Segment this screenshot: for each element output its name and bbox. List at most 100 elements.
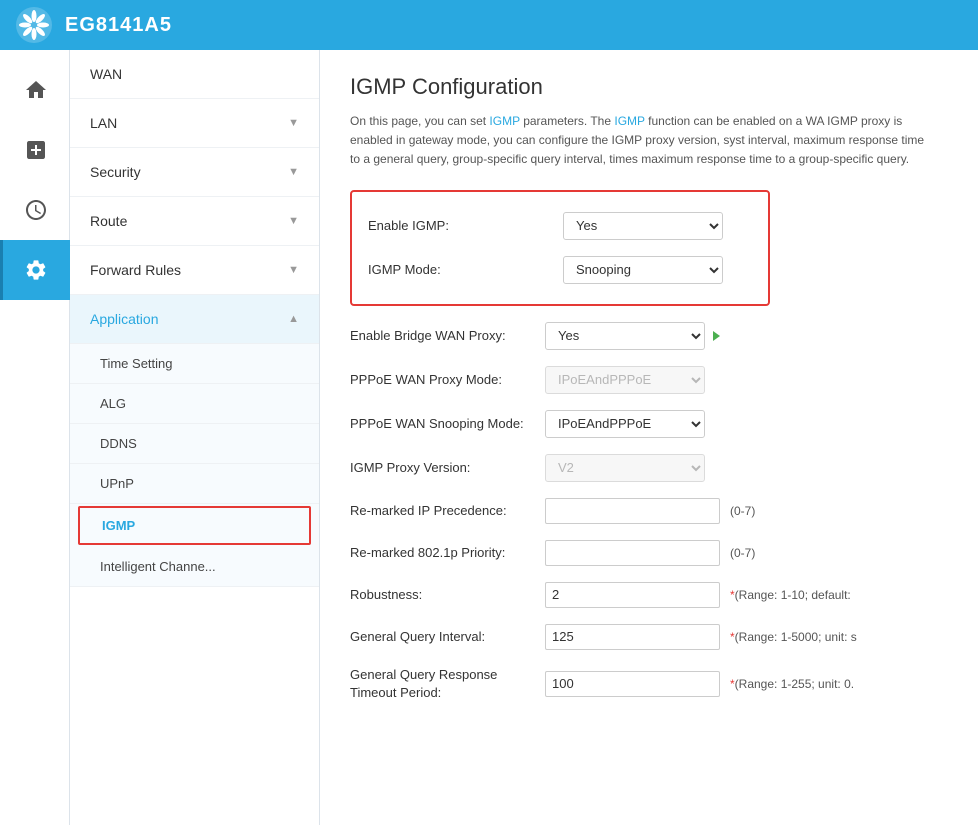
label-bridge-wan-proxy: Enable Bridge WAN Proxy: bbox=[350, 328, 545, 343]
nav-sub-label-igmp: IGMP bbox=[102, 518, 135, 533]
nav-label-lan: LAN bbox=[90, 115, 117, 131]
nav-sub-item-alg[interactable]: ALG bbox=[70, 384, 319, 424]
cursor-indicator bbox=[713, 331, 720, 341]
header: EG8141A5 bbox=[0, 0, 978, 50]
label-enable-igmp: Enable IGMP: bbox=[368, 218, 563, 233]
label-remarked-ip: Re-marked IP Precedence: bbox=[350, 503, 545, 518]
control-general-query-interval: *(Range: 1-5000; unit: s bbox=[545, 624, 857, 650]
label-igmp-proxy-version: IGMP Proxy Version: bbox=[350, 460, 545, 475]
control-pppoe-snooping-mode: IPoEAndPPPoE IPoEOnly PPPoEOnly bbox=[545, 410, 705, 438]
select-igmp-proxy-version[interactable]: V2 V3 bbox=[545, 454, 705, 482]
label-general-query-response: General Query Response Timeout Period: bbox=[350, 666, 545, 702]
form-row-bridge-wan-proxy: Enable Bridge WAN Proxy: Yes No bbox=[350, 314, 948, 358]
main-content: IGMP Configuration On this page, you can… bbox=[320, 50, 978, 825]
igmp-link-2[interactable]: IGMP bbox=[614, 114, 644, 128]
control-remarked-8021p: (0-7) bbox=[545, 540, 755, 566]
nav-sub-item-ddns[interactable]: DDNS bbox=[70, 424, 319, 464]
form-row-pppoe-snooping-mode: PPPoE WAN Snooping Mode: IPoEAndPPPoE IP… bbox=[350, 402, 948, 446]
select-pppoe-snooping-mode[interactable]: IPoEAndPPPoE IPoEOnly PPPoEOnly bbox=[545, 410, 705, 438]
hint-robustness: *(Range: 1-10; default: bbox=[730, 588, 851, 602]
form-row-general-query-interval: General Query Interval: *(Range: 1-5000;… bbox=[350, 616, 948, 658]
page-title: IGMP Configuration bbox=[350, 74, 948, 100]
nav-sub-item-time-setting[interactable]: Time Setting bbox=[70, 344, 319, 384]
control-robustness: *(Range: 1-10; default: bbox=[545, 582, 851, 608]
control-igmp-proxy-version: V2 V3 bbox=[545, 454, 705, 482]
nav-sub-item-intelligent-channel[interactable]: Intelligent Channe... bbox=[70, 547, 319, 587]
firstaid-icon bbox=[24, 138, 48, 162]
hint-remarked-ip: (0-7) bbox=[730, 504, 755, 518]
control-pppoe-proxy-mode: IPoEAndPPPoE IPoEOnly PPPoEOnly bbox=[545, 366, 705, 394]
nav-item-route[interactable]: Route ▼ bbox=[70, 197, 319, 246]
sidebar-nav: WAN LAN ▼ Security ▼ Route ▼ Forward Rul… bbox=[70, 50, 320, 825]
chevron-down-icon: ▼ bbox=[288, 166, 299, 178]
form-row-igmp-proxy-version: IGMP Proxy Version: V2 V3 bbox=[350, 446, 948, 490]
igmp-highlighted-form: Enable IGMP: Yes No IGMP Mode: Snooping … bbox=[350, 190, 770, 306]
form-row-robustness: Robustness: *(Range: 1-10; default: bbox=[350, 574, 948, 616]
label-general-query-interval: General Query Interval: bbox=[350, 629, 545, 644]
hint-remarked-8021p: (0-7) bbox=[730, 546, 755, 560]
nav-sub-label-upnp: UPnP bbox=[100, 476, 134, 491]
label-igmp-mode: IGMP Mode: bbox=[368, 262, 563, 277]
input-general-query-response[interactable] bbox=[545, 671, 720, 697]
select-igmp-mode[interactable]: Snooping Proxy Disabled bbox=[563, 256, 723, 284]
nav-item-application[interactable]: Application ▲ bbox=[70, 295, 319, 344]
gear-icon bbox=[24, 258, 48, 282]
input-general-query-interval[interactable] bbox=[545, 624, 720, 650]
sidebar-icon-firstaid[interactable] bbox=[0, 120, 70, 180]
sidebar-icon-clock[interactable] bbox=[0, 180, 70, 240]
nav-sub-item-igmp[interactable]: IGMP bbox=[78, 506, 311, 545]
sidebar-icon-settings[interactable] bbox=[0, 240, 70, 300]
chevron-up-icon: ▲ bbox=[288, 313, 299, 325]
nav-label-forward-rules: Forward Rules bbox=[90, 262, 181, 278]
control-general-query-response: *(Range: 1-255; unit: 0. bbox=[545, 671, 854, 697]
nav-item-forward-rules[interactable]: Forward Rules ▼ bbox=[70, 246, 319, 295]
igmp-form-outer: Enable Bridge WAN Proxy: Yes No PPPoE WA… bbox=[350, 314, 948, 710]
label-remarked-8021p: Re-marked 802.1p Priority: bbox=[350, 545, 545, 560]
hint-general-query-response: *(Range: 1-255; unit: 0. bbox=[730, 677, 854, 691]
nav-sub-label-alg: ALG bbox=[100, 396, 126, 411]
nav-sub-item-upnp[interactable]: UPnP bbox=[70, 464, 319, 504]
nav-label-security: Security bbox=[90, 164, 141, 180]
select-pppoe-proxy-mode[interactable]: IPoEAndPPPoE IPoEOnly PPPoEOnly bbox=[545, 366, 705, 394]
chevron-down-icon: ▼ bbox=[288, 215, 299, 227]
form-row-general-query-response: General Query Response Timeout Period: *… bbox=[350, 658, 948, 710]
form-row-pppoe-proxy-mode: PPPoE WAN Proxy Mode: IPoEAndPPPoE IPoEO… bbox=[350, 358, 948, 402]
control-enable-igmp: Yes No bbox=[563, 212, 723, 240]
form-row-remarked-8021p: Re-marked 802.1p Priority: (0-7) bbox=[350, 532, 948, 574]
nav-item-security[interactable]: Security ▼ bbox=[70, 148, 319, 197]
select-bridge-wan-proxy[interactable]: Yes No bbox=[545, 322, 705, 350]
chevron-down-icon: ▼ bbox=[288, 117, 299, 129]
nav-item-wan[interactable]: WAN bbox=[70, 50, 319, 99]
nav-sub-application: Time Setting ALG DDNS UPnP IGMP Intellig… bbox=[70, 344, 319, 587]
input-remarked-ip[interactable] bbox=[545, 498, 720, 524]
nav-sub-label-time-setting: Time Setting bbox=[100, 356, 173, 371]
home-icon bbox=[24, 78, 48, 102]
nav-label-wan: WAN bbox=[90, 66, 122, 82]
nav-label-application: Application bbox=[90, 311, 159, 327]
nav-sub-label-intelligent-channel: Intelligent Channe... bbox=[100, 559, 216, 574]
chevron-down-icon: ▼ bbox=[288, 264, 299, 276]
label-robustness: Robustness: bbox=[350, 587, 545, 602]
nav-sub-label-ddns: DDNS bbox=[100, 436, 137, 451]
input-remarked-8021p[interactable] bbox=[545, 540, 720, 566]
hint-general-query-interval: *(Range: 1-5000; unit: s bbox=[730, 630, 857, 644]
page-description: On this page, you can set IGMP parameter… bbox=[350, 112, 930, 170]
form-row-igmp-mode: IGMP Mode: Snooping Proxy Disabled bbox=[368, 248, 752, 292]
input-robustness[interactable] bbox=[545, 582, 720, 608]
nav-label-route: Route bbox=[90, 213, 127, 229]
huawei-logo-icon bbox=[15, 6, 53, 44]
select-enable-igmp[interactable]: Yes No bbox=[563, 212, 723, 240]
control-bridge-wan-proxy: Yes No bbox=[545, 322, 720, 350]
form-row-remarked-ip: Re-marked IP Precedence: (0-7) bbox=[350, 490, 948, 532]
sidebar-icons bbox=[0, 50, 70, 825]
app-title: EG8141A5 bbox=[65, 14, 172, 37]
form-row-enable-igmp: Enable IGMP: Yes No bbox=[368, 204, 752, 248]
main-layout: WAN LAN ▼ Security ▼ Route ▼ Forward Rul… bbox=[0, 50, 978, 825]
clock-icon bbox=[24, 198, 48, 222]
sidebar-icon-home[interactable] bbox=[0, 60, 70, 120]
igmp-link-1[interactable]: IGMP bbox=[489, 114, 519, 128]
label-pppoe-proxy-mode: PPPoE WAN Proxy Mode: bbox=[350, 372, 545, 387]
nav-item-lan[interactable]: LAN ▼ bbox=[70, 99, 319, 148]
control-remarked-ip: (0-7) bbox=[545, 498, 755, 524]
label-pppoe-snooping-mode: PPPoE WAN Snooping Mode: bbox=[350, 416, 545, 431]
